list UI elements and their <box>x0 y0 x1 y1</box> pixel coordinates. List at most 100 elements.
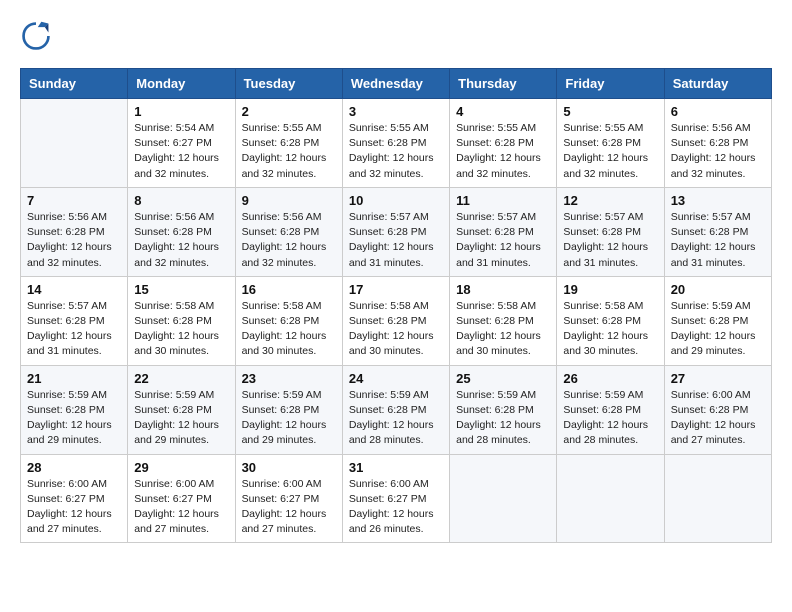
day-info: Sunrise: 5:59 AMSunset: 6:28 PMDaylight:… <box>134 388 228 449</box>
day-info: Sunrise: 5:55 AMSunset: 6:28 PMDaylight:… <box>563 121 657 182</box>
day-number: 27 <box>671 371 765 386</box>
day-number: 25 <box>456 371 550 386</box>
day-cell: 3 Sunrise: 5:55 AMSunset: 6:28 PMDaylight… <box>342 99 449 188</box>
day-info: Sunrise: 6:00 AMSunset: 6:27 PMDaylight:… <box>349 477 443 538</box>
day-cell: 25 Sunrise: 5:59 AMSunset: 6:28 PMDayligh… <box>450 365 557 454</box>
day-cell: 22 Sunrise: 5:59 AMSunset: 6:28 PMDayligh… <box>128 365 235 454</box>
day-info: Sunrise: 5:58 AMSunset: 6:28 PMDaylight:… <box>456 299 550 360</box>
day-number: 21 <box>27 371 121 386</box>
day-cell: 23Sunrise: 5:59 AMSunset: 6:28 PMDayligh… <box>235 365 342 454</box>
day-info: Sunrise: 5:59 AMSunset: 6:28 PMDaylight:… <box>563 388 657 449</box>
week-row-5: 28 Sunrise: 6:00 AMSunset: 6:27 PMDayligh… <box>21 454 772 543</box>
day-number: 3 <box>349 104 443 119</box>
day-cell: 29Sunrise: 6:00 AMSunset: 6:27 PMDayligh… <box>128 454 235 543</box>
weekday-header-friday: Friday <box>557 69 664 99</box>
day-number: 2 <box>242 104 336 119</box>
day-info: Sunrise: 5:58 AMSunset: 6:28 PMDaylight:… <box>563 299 657 360</box>
day-cell <box>450 454 557 543</box>
day-cell: 20Sunrise: 5:59 AMSunset: 6:28 PMDayligh… <box>664 276 771 365</box>
calendar-table: SundayMondayTuesdayWednesdayThursdayFrid… <box>20 68 772 543</box>
day-cell: 21Sunrise: 5:59 AMSunset: 6:28 PMDayligh… <box>21 365 128 454</box>
day-cell: 11 Sunrise: 5:57 AMSunset: 6:28 PMDayligh… <box>450 187 557 276</box>
day-info: Sunrise: 6:00 AMSunset: 6:27 PMDaylight:… <box>134 477 228 538</box>
day-info: Sunrise: 5:55 AMSunset: 6:28 PMDaylight:… <box>349 121 443 182</box>
day-number: 18 <box>456 282 550 297</box>
day-info: Sunrise: 6:00 AMSunset: 6:28 PMDaylight:… <box>671 388 765 449</box>
page-header <box>20 20 772 52</box>
day-cell: 12Sunrise: 5:57 AMSunset: 6:28 PMDayligh… <box>557 187 664 276</box>
day-number: 20 <box>671 282 765 297</box>
day-number: 23 <box>242 371 336 386</box>
day-cell: 8 Sunrise: 5:56 AMSunset: 6:28 PMDaylight… <box>128 187 235 276</box>
day-cell: 28 Sunrise: 6:00 AMSunset: 6:27 PMDayligh… <box>21 454 128 543</box>
day-cell: 6 Sunrise: 5:56 AMSunset: 6:28 PMDaylight… <box>664 99 771 188</box>
week-row-1: 1 Sunrise: 5:54 AMSunset: 6:27 PMDaylight… <box>21 99 772 188</box>
day-cell: 14Sunrise: 5:57 AMSunset: 6:28 PMDayligh… <box>21 276 128 365</box>
day-number: 28 <box>27 460 121 475</box>
day-info: Sunrise: 5:56 AMSunset: 6:28 PMDaylight:… <box>27 210 121 271</box>
day-number: 9 <box>242 193 336 208</box>
day-cell: 7 Sunrise: 5:56 AMSunset: 6:28 PMDaylight… <box>21 187 128 276</box>
day-info: Sunrise: 5:57 AMSunset: 6:28 PMDaylight:… <box>456 210 550 271</box>
day-cell: 31 Sunrise: 6:00 AMSunset: 6:27 PMDayligh… <box>342 454 449 543</box>
day-info: Sunrise: 6:00 AMSunset: 6:27 PMDaylight:… <box>27 477 121 538</box>
day-number: 30 <box>242 460 336 475</box>
day-info: Sunrise: 5:59 AMSunset: 6:28 PMDaylight:… <box>456 388 550 449</box>
day-info: Sunrise: 5:54 AMSunset: 6:27 PMDaylight:… <box>134 121 228 182</box>
day-number: 26 <box>563 371 657 386</box>
day-cell: 27 Sunrise: 6:00 AMSunset: 6:28 PMDayligh… <box>664 365 771 454</box>
day-number: 1 <box>134 104 228 119</box>
weekday-header-monday: Monday <box>128 69 235 99</box>
logo-icon <box>20 20 52 52</box>
day-number: 22 <box>134 371 228 386</box>
day-info: Sunrise: 5:57 AMSunset: 6:28 PMDaylight:… <box>27 299 121 360</box>
day-info: Sunrise: 5:55 AMSunset: 6:28 PMDaylight:… <box>242 121 336 182</box>
day-number: 10 <box>349 193 443 208</box>
day-number: 7 <box>27 193 121 208</box>
day-info: Sunrise: 5:58 AMSunset: 6:28 PMDaylight:… <box>349 299 443 360</box>
day-cell: 17 Sunrise: 5:58 AMSunset: 6:28 PMDayligh… <box>342 276 449 365</box>
day-info: Sunrise: 5:59 AMSunset: 6:28 PMDaylight:… <box>349 388 443 449</box>
week-row-3: 14Sunrise: 5:57 AMSunset: 6:28 PMDayligh… <box>21 276 772 365</box>
day-number: 5 <box>563 104 657 119</box>
day-cell: 18 Sunrise: 5:58 AMSunset: 6:28 PMDayligh… <box>450 276 557 365</box>
day-number: 11 <box>456 193 550 208</box>
day-cell: 5 Sunrise: 5:55 AMSunset: 6:28 PMDaylight… <box>557 99 664 188</box>
day-cell: 16Sunrise: 5:58 AMSunset: 6:28 PMDayligh… <box>235 276 342 365</box>
day-info: Sunrise: 5:56 AMSunset: 6:28 PMDaylight:… <box>242 210 336 271</box>
day-number: 24 <box>349 371 443 386</box>
day-number: 13 <box>671 193 765 208</box>
day-cell <box>664 454 771 543</box>
day-number: 4 <box>456 104 550 119</box>
day-number: 19 <box>563 282 657 297</box>
day-cell: 26 Sunrise: 5:59 AMSunset: 6:28 PMDayligh… <box>557 365 664 454</box>
day-number: 31 <box>349 460 443 475</box>
week-row-2: 7 Sunrise: 5:56 AMSunset: 6:28 PMDaylight… <box>21 187 772 276</box>
day-number: 17 <box>349 282 443 297</box>
day-info: Sunrise: 5:55 AMSunset: 6:28 PMDaylight:… <box>456 121 550 182</box>
day-info: Sunrise: 5:56 AMSunset: 6:28 PMDaylight:… <box>671 121 765 182</box>
weekday-header-saturday: Saturday <box>664 69 771 99</box>
day-cell: 30 Sunrise: 6:00 AMSunset: 6:27 PMDayligh… <box>235 454 342 543</box>
weekday-header-wednesday: Wednesday <box>342 69 449 99</box>
logo <box>20 20 54 52</box>
day-cell: 19 Sunrise: 5:58 AMSunset: 6:28 PMDayligh… <box>557 276 664 365</box>
day-info: Sunrise: 5:56 AMSunset: 6:28 PMDaylight:… <box>134 210 228 271</box>
weekday-header-tuesday: Tuesday <box>235 69 342 99</box>
calendar-header: SundayMondayTuesdayWednesdayThursdayFrid… <box>21 69 772 99</box>
week-row-4: 21 Sunrise: 5:59 AMSunset: 6:28 PMDayligh… <box>21 365 772 454</box>
day-info: Sunrise: 5:57 AMSunset: 6:28 PMDaylight:… <box>349 210 443 271</box>
day-cell <box>557 454 664 543</box>
day-number: 16 <box>242 282 336 297</box>
calendar-body: 1 Sunrise: 5:54 AMSunset: 6:27 PMDaylight… <box>21 99 772 543</box>
day-number: 8 <box>134 193 228 208</box>
day-number: 6 <box>671 104 765 119</box>
weekday-header-sunday: Sunday <box>21 69 128 99</box>
day-info: Sunrise: 5:57 AMSunset: 6:28 PMDaylight:… <box>671 210 765 271</box>
day-info: Sunrise: 5:58 AMSunset: 6:28 PMDaylight:… <box>134 299 228 360</box>
day-info: Sunrise: 6:00 AMSunset: 6:27 PMDaylight:… <box>242 477 336 538</box>
weekday-row: SundayMondayTuesdayWednesdayThursdayFrid… <box>21 69 772 99</box>
day-cell: 15Sunrise: 5:58 AMSunset: 6:28 PMDayligh… <box>128 276 235 365</box>
day-cell: 24 Sunrise: 5:59 AMSunset: 6:28 PMDayligh… <box>342 365 449 454</box>
day-cell: 2 Sunrise: 5:55 AMSunset: 6:28 PMDaylight… <box>235 99 342 188</box>
